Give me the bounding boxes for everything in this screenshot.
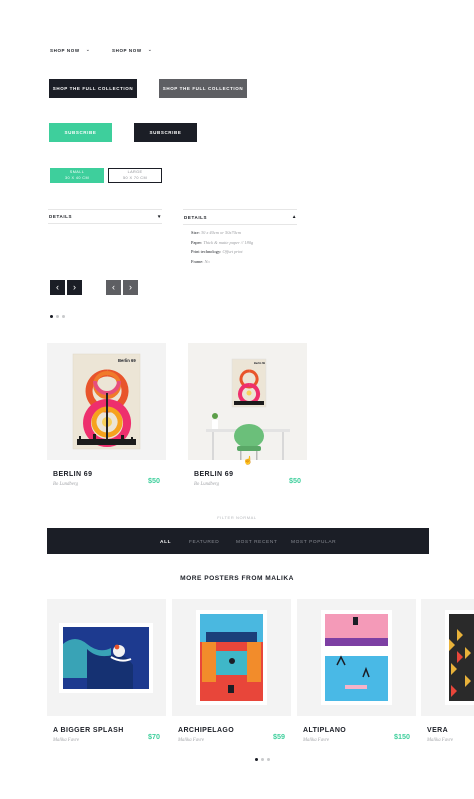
product-card-1[interactable]: Berlin 69 BERLIN 69 Bo Lundberg $50 bbox=[47, 343, 166, 491]
more-card-3[interactable]: ALTIPLANO Malika Favre $150 bbox=[297, 599, 416, 747]
arrow-left-button-dark[interactable]: ‹ bbox=[50, 280, 65, 295]
button-label: SHOP THE FULL COLLECTION bbox=[52, 86, 134, 91]
product-author: Malika Favre bbox=[427, 738, 454, 743]
product-image bbox=[172, 599, 291, 716]
more-card-2[interactable]: ARCHIPELAGO Malika Favre $59 bbox=[172, 599, 291, 747]
arrow-right-button-grey[interactable]: › bbox=[123, 280, 138, 295]
vera-poster-art bbox=[445, 610, 474, 705]
details-label: DETAILS bbox=[49, 214, 73, 219]
product-image bbox=[421, 599, 474, 716]
details-accordion-collapsed[interactable]: DETAILS ▾ bbox=[48, 209, 162, 224]
size-option-small[interactable]: SMALL 30 X 40 CM bbox=[50, 168, 104, 183]
details-accordion-expanded[interactable]: DETAILS ▴ bbox=[183, 209, 297, 224]
tab-all[interactable]: ALL bbox=[160, 540, 171, 545]
size-dims: 50 X 70 CM bbox=[122, 175, 148, 180]
product-price: $70 bbox=[148, 732, 160, 741]
chevron-down-icon: ⌄ bbox=[147, 47, 153, 53]
details-label: DETAILS bbox=[184, 214, 208, 220]
product-image: Berlin 69 ☝ bbox=[188, 343, 307, 465]
product-price: $50 bbox=[148, 476, 160, 485]
product-title: BERLIN 69 bbox=[194, 471, 234, 478]
more-card-1[interactable]: A BIGGER SPLASH Malika Favre $70 bbox=[47, 599, 166, 747]
shop-now-label: SHOP NOW bbox=[50, 47, 80, 53]
hand-cursor-icon: ☝ bbox=[243, 456, 253, 465]
detail-row-paper: Paper: Thick & matte paper // 180g bbox=[191, 239, 254, 245]
arrow-left-icon: ‹ bbox=[112, 282, 115, 292]
tab-most-popular[interactable]: MOST POPULAR bbox=[291, 540, 336, 545]
product-author: Bo Lundberg bbox=[53, 482, 79, 487]
product-author: Malika Favre bbox=[303, 738, 330, 743]
subscribe-button-dark[interactable]: SUBSCRIBE bbox=[134, 123, 197, 142]
product-title: ALTIPLANO bbox=[303, 727, 347, 734]
shop-now-link-1[interactable]: SHOP NOW ⌄ bbox=[50, 47, 91, 53]
chevron-down-icon: ▾ bbox=[157, 213, 161, 220]
product-title: BERLIN 69 bbox=[53, 471, 93, 478]
shop-now-link-2[interactable]: SHOP NOW ⌄ bbox=[112, 47, 153, 53]
product-card-2[interactable]: Berlin 69 ☝ BERLIN 69 Bo Lundberg $50 bbox=[188, 343, 307, 491]
pagination-dot[interactable] bbox=[261, 758, 264, 761]
product-title: A BIGGER SPLASH bbox=[53, 727, 124, 734]
size-dims: 30 X 40 CM bbox=[64, 175, 90, 180]
arrow-right-button-dark[interactable]: › bbox=[67, 280, 82, 295]
product-image bbox=[297, 599, 416, 716]
splash-poster-art bbox=[59, 623, 153, 693]
room-scene-art bbox=[188, 343, 307, 460]
pagination-dot-active[interactable] bbox=[255, 758, 258, 761]
tab-most-recent[interactable]: MOST RECENT bbox=[236, 540, 277, 545]
more-card-4[interactable]: VERA Malika Favre bbox=[421, 599, 474, 747]
product-title: ARCHIPELAGO bbox=[178, 727, 235, 734]
berlin-poster-art bbox=[72, 353, 141, 450]
detail-row-print: Print technology: Offset print bbox=[191, 249, 243, 254]
product-image bbox=[47, 599, 166, 716]
shop-collection-button-grey[interactable]: SHOP THE FULL COLLECTION bbox=[159, 79, 247, 98]
arrow-right-icon: › bbox=[73, 282, 76, 292]
shop-now-label: SHOP NOW bbox=[112, 47, 142, 53]
detail-row-frame: Frame: No bbox=[191, 258, 210, 264]
filter-bar: ALL FEATURED MOST RECENT MOST POPULAR bbox=[47, 528, 429, 554]
chevron-up-icon: ▴ bbox=[292, 214, 296, 220]
subscribe-button-green[interactable]: SUBSCRIBE bbox=[49, 123, 112, 142]
button-label: SUBSCRIBE bbox=[64, 130, 97, 135]
product-price: $50 bbox=[289, 476, 301, 485]
arrow-right-icon: › bbox=[129, 282, 132, 292]
details-content: Size: 30 x 40cm or 50x70cm Paper: Thick … bbox=[191, 228, 253, 266]
tab-featured[interactable]: FEATURED bbox=[189, 540, 219, 545]
product-price: $59 bbox=[273, 732, 285, 741]
product-author: Malika Favre bbox=[178, 738, 205, 743]
product-image: Berlin 69 bbox=[47, 343, 166, 460]
button-label: SHOP THE FULL COLLECTION bbox=[162, 86, 244, 91]
altiplano-poster-art bbox=[321, 610, 392, 705]
filter-caption: FILTER NORMAL bbox=[217, 515, 257, 520]
chevron-down-icon: ⌄ bbox=[85, 47, 91, 53]
detail-row-size: Size: 30 x 40cm or 50x70cm bbox=[191, 230, 241, 235]
pagination-dot[interactable] bbox=[56, 315, 59, 318]
button-label: SUBSCRIBE bbox=[149, 130, 182, 135]
product-author: Malika Favre bbox=[53, 738, 80, 743]
archipelago-poster-art bbox=[196, 610, 267, 705]
shop-collection-button-dark[interactable]: SHOP THE FULL COLLECTION bbox=[49, 79, 137, 98]
arrow-left-button-grey[interactable]: ‹ bbox=[106, 280, 121, 295]
pagination-dot-active[interactable] bbox=[50, 315, 53, 318]
divider bbox=[183, 224, 297, 225]
pagination-dot[interactable] bbox=[267, 758, 270, 761]
pagination-dot[interactable] bbox=[62, 315, 65, 318]
product-price: $150 bbox=[394, 732, 410, 741]
product-title: VERA bbox=[427, 727, 449, 734]
poster-title: Berlin 69 bbox=[254, 362, 265, 365]
product-author: Bo Lundberg bbox=[194, 482, 220, 487]
poster-title: Berlin 69 bbox=[118, 358, 136, 363]
size-option-large[interactable]: LARGE 50 X 70 CM bbox=[108, 168, 162, 183]
section-title: MORE POSTERS FROM MALIKA bbox=[180, 575, 294, 582]
arrow-left-icon: ‹ bbox=[56, 282, 59, 292]
